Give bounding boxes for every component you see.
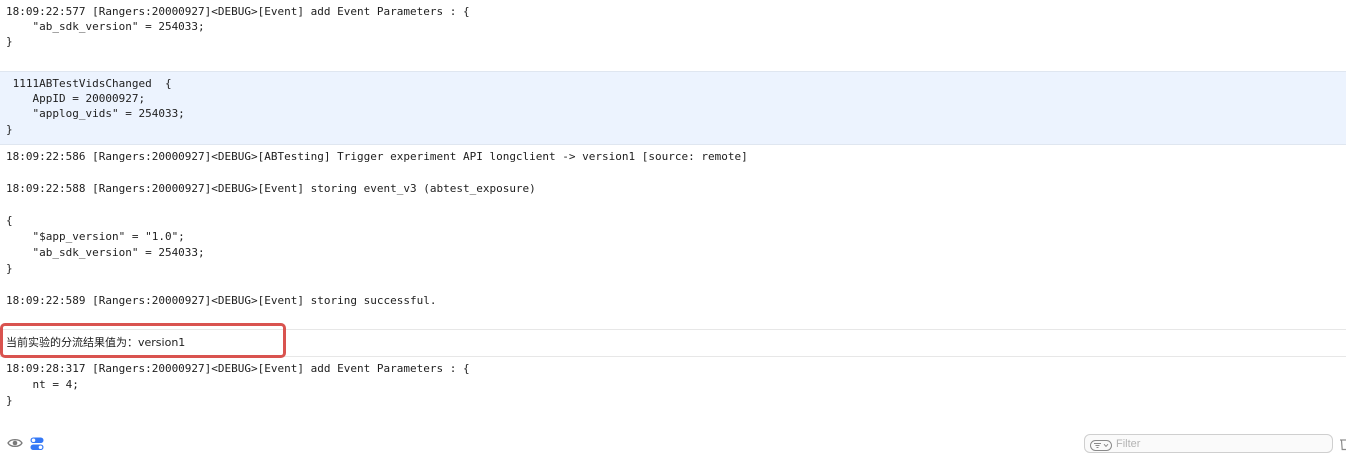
eye-icon[interactable] [7,436,23,450]
filter-input[interactable] [1116,435,1326,452]
log-line: "ab_sdk_version" = 254033; [6,20,205,33]
console-bottom-bar [0,431,1346,455]
log-line: } [6,35,13,48]
log-line: 18:09:28:317 [Rangers:20000927]<DEBUG>[E… [6,362,470,375]
log-entry[interactable]: 18:09:22:586 [Rangers:20000927]<DEBUG>[A… [0,145,1346,330]
trash-icon[interactable] [1339,437,1346,451]
log-line: } [6,123,13,136]
log-line: "$app_version" = "1.0"; [6,230,185,243]
log-line: 18:09:22:588 [Rangers:20000927]<DEBUG>[E… [6,182,536,195]
filter-field[interactable] [1084,434,1333,453]
log-line: } [6,262,13,275]
log-entry-selected[interactable]: 1111ABTestVidsChanged { AppID = 20000927… [0,71,1346,145]
log-line: "applog_vids" = 254033; [6,107,185,120]
log-line: 18:09:22:589 [Rangers:20000927]<DEBUG>[E… [6,294,437,307]
log-line: { [6,214,13,227]
log-line: nt = 4; [6,378,79,391]
log-line: AppID = 20000927; [6,92,146,105]
log-entry[interactable]: 18:09:28:317 [Rangers:20000927]<DEBUG>[E… [0,357,1346,431]
annotation-highlight-box [0,323,286,358]
log-line: 18:09:22:577 [Rangers:20000927]<DEBUG>[E… [6,5,470,18]
log-line: 18:09:22:586 [Rangers:20000927]<DEBUG>[A… [6,150,748,163]
log-entry[interactable]: 18:09:22:577 [Rangers:20000927]<DEBUG>[E… [0,0,1346,72]
filter-icon[interactable] [1090,438,1112,451]
console-output[interactable]: 18:09:22:577 [Rangers:20000927]<DEBUG>[E… [0,0,1346,431]
log-line: 1111ABTestVidsChanged { [6,77,172,90]
log-line: "ab_sdk_version" = 254033; [6,246,205,259]
log-line: } [6,394,13,407]
toggle-icon[interactable] [30,437,44,451]
